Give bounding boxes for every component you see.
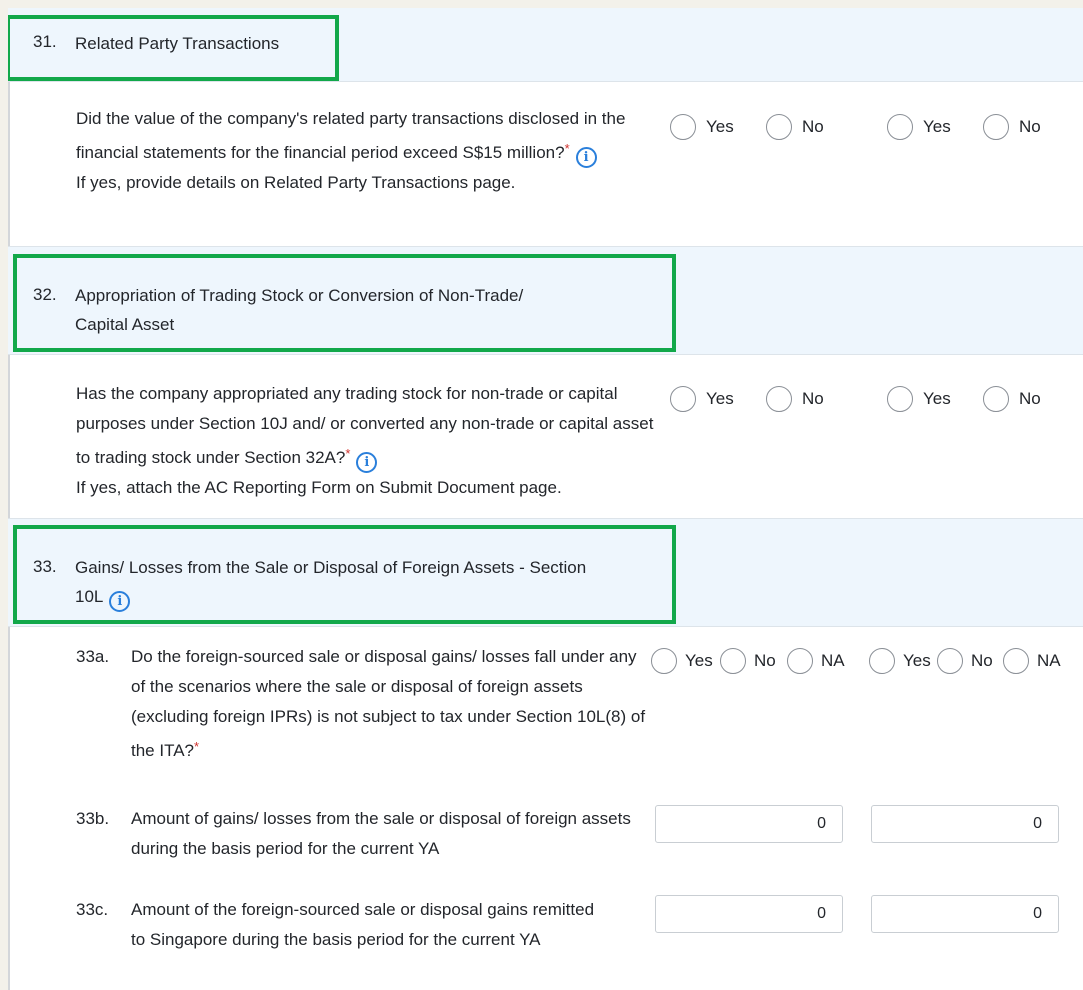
radio-label: No bbox=[802, 117, 824, 136]
radio-label: Yes bbox=[685, 651, 713, 670]
sub-text: Amount of gains/ losses from the sale or… bbox=[131, 809, 631, 858]
radio-na[interactable]: NA bbox=[787, 648, 845, 674]
radio-no[interactable]: No bbox=[937, 648, 993, 674]
radio-circle[interactable] bbox=[766, 114, 792, 140]
radio-circle[interactable] bbox=[1003, 648, 1029, 674]
radio-circle[interactable] bbox=[887, 386, 913, 412]
info-icon[interactable]: i bbox=[356, 452, 378, 473]
amount-input[interactable] bbox=[655, 895, 843, 933]
sub-number: 33a. bbox=[76, 647, 110, 666]
radio-circle[interactable] bbox=[670, 386, 696, 412]
radio-yes[interactable]: Yes bbox=[670, 114, 734, 140]
required-marker: * bbox=[194, 739, 200, 754]
radio-circle[interactable] bbox=[670, 114, 696, 140]
radio-yes[interactable]: Yes bbox=[670, 386, 734, 412]
sub-text: Amount of the foreign-sourced sale or di… bbox=[131, 900, 595, 949]
radio-circle[interactable] bbox=[720, 648, 746, 674]
radio-label: Yes bbox=[706, 117, 734, 136]
question-note: If yes, attach the AC Reporting Form on … bbox=[76, 478, 562, 497]
sub-question-33c: Amount of the foreign-sourced sale or di… bbox=[131, 895, 611, 955]
sub-text: Do the foreign-sourced sale or disposal … bbox=[131, 647, 646, 760]
radio-label: Yes bbox=[706, 389, 734, 408]
radio-no[interactable]: No bbox=[766, 114, 824, 140]
radio-circle[interactable] bbox=[787, 648, 813, 674]
radio-yes[interactable]: Yes bbox=[887, 114, 951, 140]
radio-label: No bbox=[802, 389, 824, 408]
sub-number: 33c. bbox=[76, 900, 109, 919]
radio-na[interactable]: NA bbox=[1003, 648, 1061, 674]
question-text: Did the value of the company's related p… bbox=[76, 109, 626, 162]
radio-label: No bbox=[1019, 389, 1041, 408]
radio-label: No bbox=[1019, 117, 1041, 136]
radio-label: Yes bbox=[923, 389, 951, 408]
highlight-box bbox=[13, 525, 676, 624]
radio-label: Yes bbox=[903, 651, 931, 670]
radio-circle[interactable] bbox=[937, 648, 963, 674]
radio-circle[interactable] bbox=[983, 114, 1009, 140]
sub-question-33a: Do the foreign-sourced sale or disposal … bbox=[131, 642, 651, 766]
highlight-box bbox=[8, 15, 339, 81]
amount-input[interactable] bbox=[655, 805, 843, 843]
radio-no[interactable]: No bbox=[720, 648, 776, 674]
radio-label: NA bbox=[821, 651, 845, 670]
radio-yes[interactable]: Yes bbox=[651, 648, 713, 674]
radio-label: NA bbox=[1037, 651, 1061, 670]
question-note: If yes, provide details on Related Party… bbox=[76, 173, 516, 192]
highlight-box bbox=[13, 254, 676, 352]
radio-circle[interactable] bbox=[869, 648, 895, 674]
radio-no[interactable]: No bbox=[766, 386, 824, 412]
radio-circle[interactable] bbox=[651, 648, 677, 674]
radio-no[interactable]: No bbox=[983, 386, 1041, 412]
amount-input[interactable] bbox=[871, 805, 1059, 843]
sub-question-33b: Amount of gains/ losses from the sale or… bbox=[131, 804, 631, 864]
radio-label: No bbox=[754, 651, 776, 670]
radio-circle[interactable] bbox=[983, 386, 1009, 412]
required-marker: * bbox=[564, 141, 570, 156]
radio-label: No bbox=[971, 651, 993, 670]
required-marker: * bbox=[345, 446, 351, 461]
radio-circle[interactable] bbox=[766, 386, 792, 412]
question-32: Has the company appropriated any trading… bbox=[76, 379, 656, 503]
radio-yes[interactable]: Yes bbox=[887, 386, 951, 412]
radio-no[interactable]: No bbox=[983, 114, 1041, 140]
radio-label: Yes bbox=[923, 117, 951, 136]
left-border bbox=[8, 8, 10, 990]
amount-input[interactable] bbox=[871, 895, 1059, 933]
form-page: 31. Related Party Transactions Did the v… bbox=[8, 8, 1083, 990]
radio-yes[interactable]: Yes bbox=[869, 648, 931, 674]
radio-circle[interactable] bbox=[887, 114, 913, 140]
info-icon[interactable]: i bbox=[575, 147, 597, 168]
sub-number: 33b. bbox=[76, 809, 110, 828]
question-31: Did the value of the company's related p… bbox=[76, 104, 666, 198]
